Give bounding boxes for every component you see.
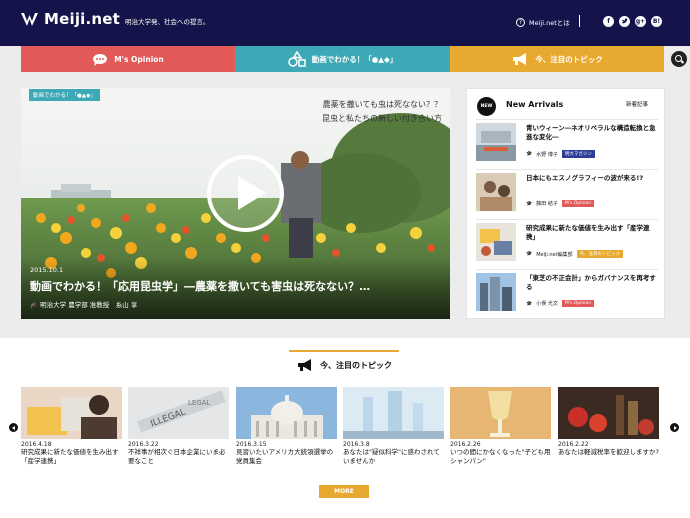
topic-text[interactable]: 見習いたいアメリカ大統領選挙の党員集会 [236, 448, 337, 466]
shapes-icon [287, 51, 306, 67]
logo-text: Meiji.net [44, 10, 121, 28]
megaphone-icon [298, 359, 311, 371]
list-item[interactable]: 「東芝の不正会計」からガバナンスを再考する 🎓 小俣 光文 M's Opinio… [476, 269, 658, 319]
topic-thumbnail[interactable] [21, 387, 122, 439]
list-item[interactable]: 研究成果に新たな価値を生み出す「産学連携」 🎓 Meiji.net編集部 今、注… [476, 219, 658, 269]
article-meta: 🎓 藤田 結子 M's Opinion [526, 200, 595, 207]
article-thumbnail[interactable] [476, 273, 516, 311]
mortarboard-icon: 🎓 [30, 301, 41, 309]
new-arrivals-panel: NEW New Arrivals 新着記事 青いウィーン―ネオリベラルな構造転換… [466, 88, 665, 319]
mortarboard-icon: 🎓 [526, 151, 533, 157]
topic-card[interactable]: ILLEGAL LEGAL 2016.3.22 不祥事が相次ぐ日本企業にいま必要な… [128, 387, 229, 466]
article-author: 水野 博子 [536, 151, 558, 158]
nav-label: 今、注目のトピック [535, 54, 603, 64]
topic-thumbnail[interactable] [343, 387, 444, 439]
mortarboard-icon: 🎓 [526, 300, 533, 307]
topic-thumbnail[interactable] [558, 387, 659, 439]
about-label: Meiji.netとは [529, 19, 570, 27]
feature-title[interactable]: 動画でわかる！「応用昆虫学」―農薬を撒いても害虫は死なない？… [30, 278, 370, 294]
feature-category-badge[interactable]: 動画でわかる！「●▲◆」 [29, 89, 100, 101]
feature-author: 🎓 明治大学 農学部 准教授 糸山 享 [30, 299, 137, 309]
logo-mark-icon [21, 13, 38, 26]
list-item[interactable]: 青いウィーン―ネオリベラルな構造転換と急進な変化― 🎓 水野 博子 明大マガジン [476, 119, 658, 169]
category-tag[interactable]: M's Opinion [561, 200, 595, 207]
article-author: 藤田 結子 [536, 201, 558, 207]
category-tag[interactable]: 明大マガジン [561, 150, 595, 158]
site-tagline: 明治大学発、社会への提言。 [125, 18, 210, 26]
article-thumbnail[interactable] [476, 223, 516, 261]
new-arrivals-title: New Arrivals [506, 100, 564, 109]
mortarboard-icon: 🎓 [526, 251, 533, 257]
site-logo[interactable]: Meiji.net [20, 10, 120, 28]
feature-copy-line: 昆虫と私たちの新しい付き合い方 [322, 114, 442, 123]
topic-text[interactable]: 研究成果に新たな価値を生み出す「産学連携」 [21, 448, 122, 466]
list-item[interactable]: 日本にもエスノグラフィーの波が来る!? 🎓 藤田 結子 M's Opinion [476, 169, 658, 219]
more-button[interactable]: MORE [319, 485, 369, 498]
topic-text[interactable]: あなたは"疑似科学"に惑わされていませんか [343, 448, 444, 466]
topic-card[interactable]: 2016.4.18 研究成果に新たな価値を生み出す「産学連携」 [21, 387, 122, 466]
carousel-next-icon[interactable] [670, 423, 679, 432]
main-nav: M's Opinion 動画でわかる！「●▲◆」 今、注目のトピック [0, 46, 690, 72]
topic-date: 2016.3.8 [343, 441, 370, 448]
feature-article[interactable]: 動画でわかる！「●▲◆」 農薬を撒いても虫は死なない？？ 昆虫と私たちの新しい付… [21, 88, 450, 319]
topic-text[interactable]: いつの間にかなくなった"子ども用シャンパン" [450, 448, 551, 466]
mortarboard-icon: 🎓 [526, 200, 533, 207]
question-icon: ? [516, 17, 525, 27]
nav-item-topic[interactable]: 今、注目のトピック [450, 46, 664, 72]
speech-bubble-icon [93, 53, 108, 66]
topic-thumbnail[interactable]: ILLEGAL LEGAL [128, 387, 229, 439]
topic-card[interactable]: 2016.3.15 見習いたいアメリカ大統領選挙の党員集会 [236, 387, 337, 466]
topic-thumbnail[interactable] [450, 387, 551, 439]
topic-text[interactable]: あなたは軽減税率を歓迎しますか? [558, 448, 659, 457]
topic-card[interactable]: 2016.3.8 あなたは"疑似科学"に惑わされていませんか [343, 387, 444, 466]
facebook-icon[interactable]: f [603, 16, 614, 27]
nav-label: 動画でわかる！「●▲◆」 [311, 54, 398, 64]
article-meta: 🎓 Meiji.net編集部 今、注目のトピック [526, 250, 624, 258]
article-headline[interactable]: 「東芝の不正会計」からガバナンスを再考する [526, 274, 658, 292]
thumb-word: LEGAL [188, 399, 211, 407]
topic-date: 2016.4.18 [21, 441, 52, 448]
feature-copy: 農薬を撒いても虫は死なない？？ 昆虫と私たちの新しい付き合い方 [322, 98, 442, 126]
feature-copy-line: 農薬を撒いても虫は死なない？？ [322, 100, 442, 109]
twitter-icon[interactable] [619, 16, 630, 27]
new-badge: NEW [477, 97, 496, 116]
carousel-prev-icon[interactable] [9, 423, 18, 432]
topic-thumbnail[interactable] [236, 387, 337, 439]
about-link[interactable]: ? Meiji.netとは [516, 17, 570, 27]
article-thumbnail[interactable] [476, 173, 516, 211]
feature-author-name: 明治大学 農学部 准教授 糸山 享 [40, 301, 138, 309]
article-headline[interactable]: 研究成果に新たな価値を生み出す「産学連携」 [526, 224, 658, 242]
nav-label: M's Opinion [114, 54, 164, 64]
topic-text[interactable]: 不祥事が相次ぐ日本企業にいま必要なこと [128, 448, 229, 466]
google-plus-icon[interactable]: g+ [635, 16, 646, 27]
nav-item-opinion[interactable]: M's Opinion [21, 46, 235, 72]
new-arrivals-label: 新着記事 [626, 102, 649, 108]
article-headline[interactable]: 日本にもエスノグラフィーの波が来る!? [526, 174, 658, 183]
topic-date: 2016.2.22 [558, 441, 589, 448]
feature-date: 2015.10.1 [30, 266, 64, 274]
search-icon[interactable] [671, 51, 687, 67]
topics-heading: 今、注目のトピック [289, 350, 399, 378]
topics-title: 今、注目のトピック [320, 360, 392, 370]
article-author: Meiji.net編集部 [536, 251, 573, 258]
topic-date: 2016.3.22 [128, 441, 159, 448]
topic-date: 2016.2.26 [450, 441, 481, 448]
hatena-bookmark-icon[interactable]: B! [651, 16, 662, 27]
nav-item-video[interactable]: 動画でわかる！「●▲◆」 [235, 46, 450, 72]
article-author: 小俣 光文 [536, 301, 558, 307]
topic-card[interactable]: 2016.2.26 いつの間にかなくなった"子ども用シャンパン" [450, 387, 551, 466]
header-divider [579, 15, 580, 27]
category-tag[interactable]: M's Opinion [561, 300, 595, 307]
site-header: Meiji.net 明治大学発、社会への提言。 ? Meiji.netとは f … [0, 0, 690, 46]
topic-card[interactable]: 2016.2.22 あなたは軽減税率を歓迎しますか? [558, 387, 659, 457]
play-icon[interactable] [207, 155, 284, 232]
megaphone-icon [513, 53, 527, 65]
article-headline[interactable]: 青いウィーン―ネオリベラルな構造転換と急進な変化― [526, 124, 658, 142]
article-meta: 🎓 水野 博子 明大マガジン [526, 150, 595, 158]
article-thumbnail[interactable] [476, 123, 516, 161]
article-meta: 🎓 小俣 光文 M's Opinion [526, 300, 595, 307]
topic-date: 2016.3.15 [236, 441, 267, 448]
category-tag[interactable]: 今、注目のトピック [576, 250, 624, 258]
social-links: f g+ B! [603, 16, 662, 27]
